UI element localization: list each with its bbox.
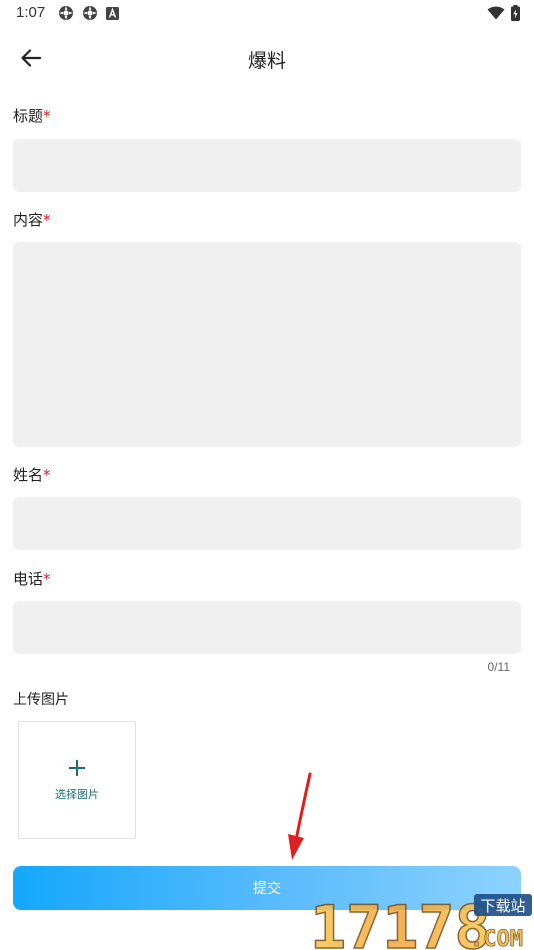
phone-label: 电话* xyxy=(13,568,51,589)
required-mark: * xyxy=(43,107,51,125)
title-input[interactable] xyxy=(13,139,521,192)
settings-gear-icon xyxy=(83,6,97,20)
page-title: 爆料 xyxy=(247,50,286,72)
plus-icon xyxy=(67,758,87,778)
select-image-button[interactable]: 选择图片 xyxy=(18,721,136,839)
status-time: 1:07 xyxy=(16,4,46,21)
phone-label-text: 电话 xyxy=(13,570,44,588)
status-bar: 1:07 xyxy=(0,0,534,28)
battery-charging-icon xyxy=(511,5,520,21)
content-label: 内容* xyxy=(13,209,51,230)
submit-button[interactable]: 提交 xyxy=(13,866,521,910)
watermark-suffix-text: .COM xyxy=(470,927,523,950)
required-mark: * xyxy=(43,466,51,484)
phone-char-counter: 0/11 xyxy=(487,660,510,674)
name-input[interactable] xyxy=(13,497,521,550)
required-mark: * xyxy=(43,211,51,229)
status-notification-icons xyxy=(58,5,119,21)
name-label: 姓名* xyxy=(13,464,51,485)
required-mark: * xyxy=(43,570,51,588)
select-image-text: 选择图片 xyxy=(55,788,99,801)
phone-input[interactable] xyxy=(13,601,521,654)
name-label-text: 姓名 xyxy=(13,466,44,484)
wifi-icon xyxy=(487,6,505,20)
title-label-text: 标题 xyxy=(13,107,44,125)
upload-label: 上传图片 xyxy=(13,692,69,708)
status-system-icons xyxy=(487,5,520,21)
app-bar: 爆料 xyxy=(0,28,534,88)
settings-gear-icon xyxy=(59,6,73,20)
content-textarea[interactable] xyxy=(13,242,521,447)
annotation-arrow-icon xyxy=(288,772,312,860)
content-label-text: 内容 xyxy=(13,211,44,229)
title-label: 标题* xyxy=(13,105,51,126)
text-a-icon xyxy=(106,6,119,20)
